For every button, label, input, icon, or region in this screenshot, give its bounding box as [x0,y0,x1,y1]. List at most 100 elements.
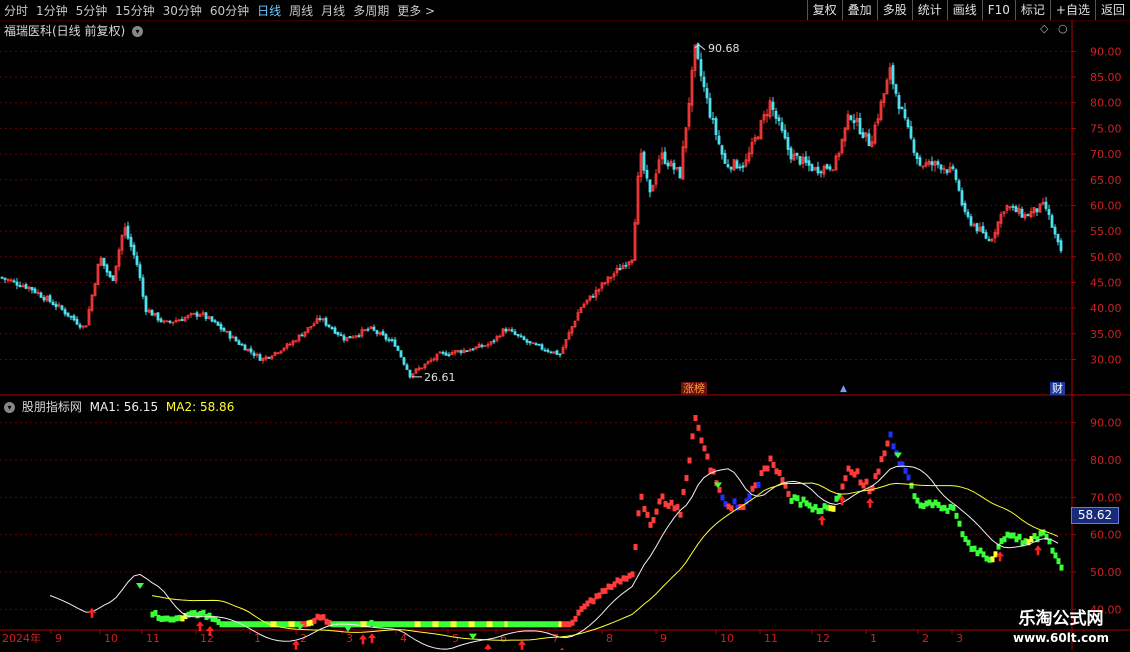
candle-body [3,277,7,280]
candle-body [537,343,541,346]
buy-arrow-icon [359,634,367,645]
candle-body [135,255,139,265]
candle-body [774,110,778,119]
limit-up-badge[interactable]: 涨榜 [681,382,707,395]
candle-body [129,237,133,247]
candle-body [180,319,184,322]
indicator-bar [954,512,959,519]
candle-body [105,264,109,273]
indicator-bar [729,505,734,512]
sell-triangle-icon [136,583,144,589]
candle-body [645,170,649,179]
month-label: 3 [956,632,963,645]
y-tick-label: 75.00 [1090,122,1122,135]
candle-body [480,344,484,347]
candle-body [72,315,76,321]
candle-body [819,171,823,174]
candle-body [771,101,775,110]
candle-body [777,117,781,122]
candle-body [528,341,532,344]
candle-body [663,151,667,164]
indicator-bar [1053,552,1058,559]
candle-body [624,264,628,267]
indicator-bar [687,457,692,464]
candle-body [333,327,337,334]
ma1-label: MA1: 56.15 [89,400,159,414]
indicator-bar [855,468,860,475]
indicator-bar [684,475,689,482]
indicator-bar [966,539,971,546]
buy-arrow-icon [292,639,300,650]
month-label: 8 [606,632,613,645]
indicator-bar [906,474,911,481]
candle-body [156,312,160,321]
y-tick-label: 60.00 [1090,199,1122,212]
candle-body [348,335,352,339]
candle-body [918,157,922,166]
candle-body [930,161,934,166]
event-triangle-icon[interactable]: ▲ [840,384,847,394]
candle-body [1047,209,1051,216]
buy-arrow-icon [368,633,376,644]
candle-body [558,353,562,356]
indicator-bar [993,551,998,558]
candle-body [1020,208,1024,218]
candle-body [60,305,64,310]
month-label: 11 [146,632,160,645]
candle-body [66,312,70,317]
candle-body [540,344,544,350]
y-tick-label: 70.00 [1090,491,1122,504]
buy-arrow-icon [866,497,874,508]
current-value-label: 58.62 [1071,507,1119,524]
candle-body [213,320,217,323]
month-label: 10 [104,632,118,645]
indicator-bar [909,482,914,489]
candle-body [366,328,370,331]
indicator-bar [780,477,785,484]
candle-body [699,59,703,77]
candle-body [342,335,346,341]
candle-body [723,153,727,164]
stock-chart[interactable]: 90.00 85.00 80.00 75.00 70.00 65.00 60.00 55.00… [0,0,1130,650]
y-tick-label: 50.00 [1090,566,1122,579]
indicator-bar [777,470,782,477]
candle-body [144,296,148,312]
month-label: 7 [552,632,559,645]
candle-body [204,312,208,320]
chevron-down-icon[interactable]: ▾ [4,402,15,413]
indicator-bar [654,508,659,515]
candle-body [666,162,670,167]
candle-body [825,164,829,169]
candle-body [714,118,718,136]
watermark: 乐淘公式网 www.60lt.com [996,608,1126,652]
candle-body [459,350,463,354]
candle-body [711,118,715,120]
candle-body [48,295,52,303]
month-label: 9 [660,632,667,645]
indicator-bar [771,461,776,468]
candle-body [810,164,814,172]
sell-triangle-icon [344,625,352,632]
candle-body [741,165,745,168]
candle-body [300,334,304,337]
candle-body [51,301,55,306]
candle-body [903,109,907,119]
candle-body [543,349,547,352]
candle-body [555,350,559,355]
candle-body [591,295,595,298]
candle-body [987,239,991,241]
candle-body [375,330,379,334]
finance-badge[interactable]: 财 [1050,382,1065,395]
candle-body [150,309,154,316]
indicator-bar [573,615,578,622]
indicator-bar [888,431,893,438]
candle-body [804,156,808,163]
candle-body [648,179,652,193]
indicator-bar [951,504,956,511]
candle-body [525,339,529,343]
candle-body [945,169,949,174]
candle-body [867,133,871,147]
candle-body [969,216,973,226]
candle-body [132,244,136,256]
candle-body [465,350,469,353]
